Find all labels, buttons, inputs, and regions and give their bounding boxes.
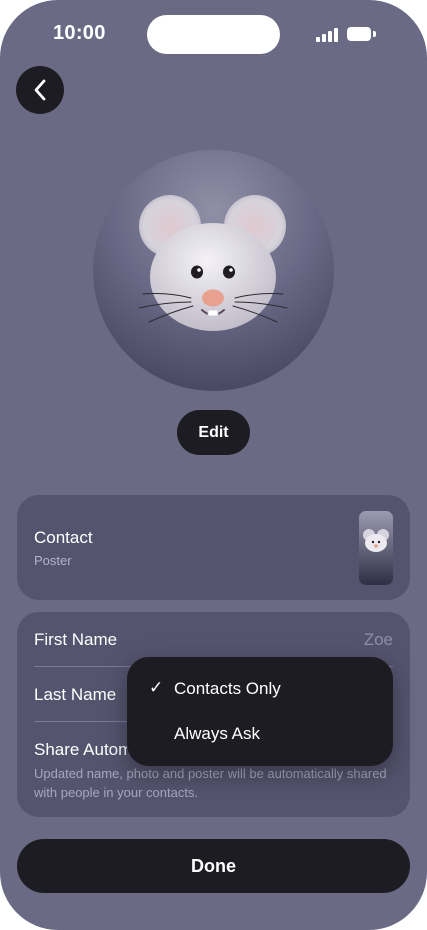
battery-tip <box>373 31 376 37</box>
checkmark-icon: ✓ <box>149 678 164 697</box>
first-name-field[interactable]: Zoe <box>364 630 393 650</box>
contact-poster-row[interactable]: Contact Poster <box>17 495 410 600</box>
contact-avatar[interactable] <box>93 150 334 391</box>
mouse-memoji-icon <box>363 529 389 552</box>
mouse-memoji-icon <box>138 195 288 331</box>
battery-icon <box>347 27 371 41</box>
edit-button[interactable]: Edit <box>177 410 250 455</box>
poster-thumbnail[interactable] <box>359 511 393 585</box>
status-time: 10:00 <box>53 22 106 44</box>
menu-item-label: Always Ask <box>174 724 260 743</box>
share-options-menu: ✓ Contacts Only Always Ask <box>127 657 393 766</box>
menu-item-always-ask[interactable]: Always Ask <box>127 712 393 756</box>
done-button[interactable]: Done <box>17 839 410 893</box>
poster-title: Contact <box>34 528 93 547</box>
chevron-left-icon <box>34 79 46 101</box>
last-name-label: Last Name <box>34 685 117 704</box>
back-button[interactable] <box>16 66 64 114</box>
phone-screen: 10:00 Edit Contact Poster First Name Zoe… <box>0 0 427 930</box>
share-footnote: Updated name, photo and poster will be a… <box>34 766 387 800</box>
share-automatically-label: Share Autom <box>34 740 133 759</box>
cellular-signal-icon <box>316 28 339 42</box>
poster-subtitle: Poster <box>34 553 72 568</box>
dynamic-island <box>147 15 280 54</box>
first-name-label: First Name <box>34 630 118 649</box>
menu-item-label: Contacts Only <box>174 679 281 698</box>
menu-item-contacts-only[interactable]: ✓ Contacts Only <box>127 667 393 711</box>
